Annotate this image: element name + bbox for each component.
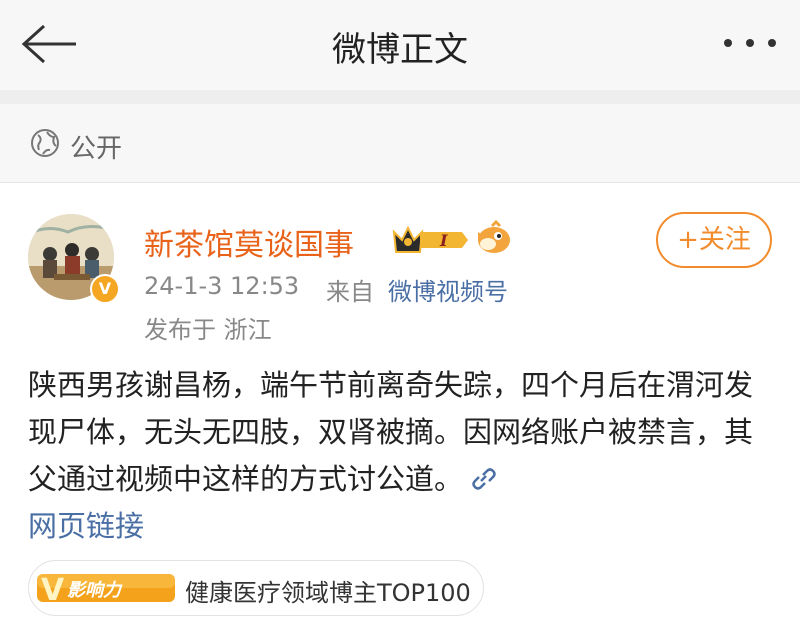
post-location: 发布于 浙江 — [144, 316, 272, 344]
fish-emoji-icon — [474, 219, 514, 256]
link-icon — [472, 468, 496, 490]
member-level-badge[interactable]: I — [390, 222, 470, 258]
more-dots-icon — [724, 39, 776, 47]
influence-badge-text: 影响力 — [67, 580, 123, 601]
source-link[interactable]: 微博视频号 — [388, 272, 508, 307]
globe-icon — [31, 129, 59, 157]
section-divider — [0, 90, 800, 104]
page-title: 微博正文 — [332, 30, 468, 70]
verified-badge: V — [90, 274, 120, 304]
post-text: 陕西男孩谢昌杨，端午节前离奇失踪，四个月后在渭河发现尸体，无头无四肢，双肾被摘。… — [28, 368, 754, 496]
avatar[interactable]: V — [28, 214, 120, 306]
author-name[interactable]: 新茶馆莫谈国事 — [144, 220, 354, 264]
influence-badge: V 影响力 — [37, 570, 175, 608]
top-nav-bar: 微博正文 — [0, 0, 800, 90]
web-link[interactable]: 网页链接 — [28, 509, 144, 543]
source-prefix: 来自 — [326, 278, 374, 306]
more-button[interactable] — [720, 28, 780, 58]
post-body: 陕西男孩谢昌杨，端午节前离奇失踪，四个月后在渭河发现尸体，无头无四肢，双肾被摘。… — [28, 362, 774, 550]
influence-badge-letter: V — [41, 573, 65, 606]
influence-tag[interactable]: V 影响力 健康医疗领域博主TOP100 — [28, 560, 484, 616]
influence-tag-label: 健康医疗领域博主TOP100 — [185, 579, 471, 607]
post-timestamp: 24-1-3 12:53 — [144, 272, 300, 300]
level-badge-text: I — [439, 231, 448, 250]
visibility-label: 公开 — [70, 134, 123, 164]
follow-button[interactable]: +关注 — [656, 212, 772, 268]
